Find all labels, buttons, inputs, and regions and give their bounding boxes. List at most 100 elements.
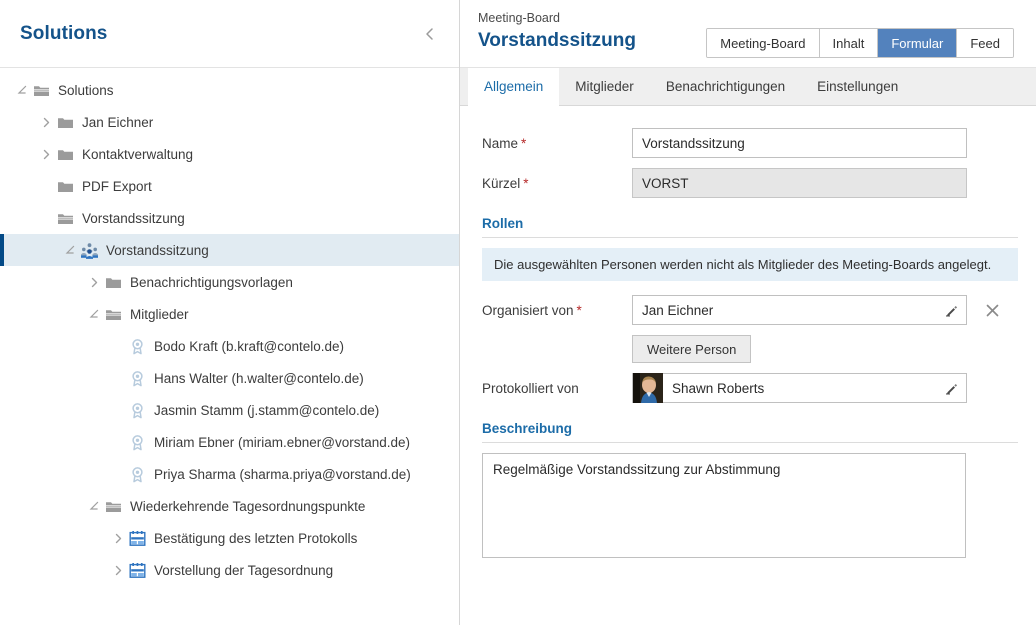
- member-badge-icon: [128, 369, 146, 387]
- sidebar-title: Solutions: [20, 22, 108, 44]
- rollen-section-heading: Rollen: [482, 216, 524, 231]
- organisiert-von-label-text: Organisiert von: [482, 302, 574, 318]
- main-header: Meeting-Board Vorstandssitzung Meeting-B…: [460, 0, 1036, 68]
- field-row-organisiert-von: Organisiert von * Jan Eichner: [482, 295, 1018, 325]
- chevron-right-icon[interactable]: [38, 146, 54, 162]
- sidebar: Solutions Solutions Jan Eichner Kontaktver…: [0, 0, 460, 625]
- tree-item-label: Vorstellung der Tagesordnung: [154, 562, 334, 578]
- required-marker: *: [521, 135, 527, 151]
- tree-item[interactable]: Wiederkehrende Tagesordnungspunkte: [0, 490, 459, 522]
- chevron-expanded-icon[interactable]: [86, 306, 102, 322]
- tab[interactable]: Allgemein: [468, 68, 560, 106]
- tree-item[interactable]: Vorstellung der Tagesordnung: [0, 554, 459, 586]
- chevron-expanded-icon[interactable]: [86, 498, 102, 514]
- tab[interactable]: Einstellungen: [801, 68, 914, 105]
- protokolliert-von-value: Shawn Roberts: [672, 380, 765, 396]
- protokolliert-von-input[interactable]: Shawn Roberts: [632, 373, 967, 403]
- section-divider: [482, 442, 1018, 443]
- tree-item-label: Vorstandssitzung: [106, 242, 209, 258]
- tree-item[interactable]: Jan Eichner: [0, 106, 459, 138]
- tree-item[interactable]: Benachrichtigungsvorlagen: [0, 266, 459, 298]
- main-panel: Meeting-Board Vorstandssitzung Meeting-B…: [460, 0, 1036, 625]
- tree-item-label: Priya Sharma (sharma.priya@vorstand.de): [154, 466, 411, 482]
- beschreibung-section-heading: Beschreibung: [482, 421, 573, 436]
- tree-item[interactable]: Hans Walter (h.walter@contelo.de): [0, 362, 459, 394]
- tab-bar: Allgemein Mitglieder Benachrichtigungen Ein…: [460, 68, 1036, 106]
- folder-icon: [56, 145, 74, 163]
- tree-item-label: Kontaktverwaltung: [82, 146, 194, 162]
- chevron-expanded-icon[interactable]: [14, 82, 30, 98]
- organisiert-von-label: Organisiert von *: [482, 303, 632, 318]
- name-input-value: Vorstandssitzung: [642, 135, 745, 151]
- close-icon[interactable]: [979, 303, 1005, 318]
- weitere-person-row: Weitere Person: [482, 335, 1018, 363]
- tree-item-label: Vorstandssitzung: [82, 210, 185, 226]
- view-button[interactable]: Meeting-Board: [707, 29, 820, 57]
- chevron-right-icon[interactable]: [86, 274, 102, 290]
- tree-item-label: Hans Walter (h.walter@contelo.de): [154, 370, 364, 386]
- pencil-icon[interactable]: [942, 301, 960, 319]
- breadcrumb: Meeting-Board: [478, 11, 560, 25]
- tree-item[interactable]: Priya Sharma (sharma.priya@vorstand.de): [0, 458, 459, 490]
- beschreibung-textarea[interactable]: Regelmäßige Vorstandssitzung zur Abstimm…: [482, 453, 966, 558]
- tree-item[interactable]: Bodo Kraft (b.kraft@contelo.de): [0, 330, 459, 362]
- form-area: Name * Vorstandssitzung Kürzel * VORST Rol…: [460, 106, 1036, 625]
- organisiert-von-input[interactable]: Jan Eichner: [632, 295, 967, 325]
- tree-item-label: Jan Eichner: [82, 114, 154, 130]
- tab[interactable]: Mitglieder: [559, 68, 650, 105]
- chevron-right-icon[interactable]: [110, 562, 126, 578]
- tree-item[interactable]: Kontaktverwaltung: [0, 138, 459, 170]
- member-badge-icon: [128, 433, 146, 451]
- title-block: Meeting-Board Vorstandssitzung: [478, 8, 706, 54]
- tab[interactable]: Benachrichtigungen: [650, 68, 801, 105]
- name-label-text: Name: [482, 135, 519, 151]
- tree-item[interactable]: Solutions: [0, 74, 459, 106]
- chevron-left-icon[interactable]: [419, 23, 441, 45]
- tree-item-label: Benachrichtigungsvorlagen: [130, 274, 293, 290]
- kuerzel-label-text: Kürzel: [482, 175, 521, 191]
- view-button[interactable]: Inhalt: [819, 29, 879, 57]
- rollen-info-banner: Die ausgewählten Personen werden nicht a…: [482, 248, 1018, 281]
- tree-item[interactable]: PDF Export: [0, 170, 459, 202]
- tree-item-label: Wiederkehrende Tagesordnungspunkte: [130, 498, 366, 514]
- member-badge-icon: [128, 337, 146, 355]
- tree-item[interactable]: Bestätigung des letzten Protokolls: [0, 522, 459, 554]
- sidebar-header: Solutions: [0, 0, 459, 68]
- tree-item-label: Solutions: [58, 82, 114, 98]
- view-button[interactable]: Feed: [957, 29, 1013, 57]
- field-row-kuerzel: Kürzel * VORST: [482, 168, 1018, 198]
- calendar-icon: [128, 529, 146, 547]
- page-title: Vorstandssitzung: [478, 30, 636, 51]
- name-input[interactable]: Vorstandssitzung: [632, 128, 967, 158]
- section-divider: [482, 237, 1018, 238]
- tree-item-label: Mitglieder: [130, 306, 189, 322]
- folder-open-icon: [56, 209, 74, 227]
- tree-item[interactable]: Miriam Ebner (miriam.ebner@vorstand.de): [0, 426, 459, 458]
- folder-icon: [56, 177, 74, 195]
- kuerzel-label: Kürzel *: [482, 176, 632, 191]
- protokolliert-von-label: Protokolliert von: [482, 381, 632, 396]
- chevron-right-icon[interactable]: [110, 530, 126, 546]
- chevron-expanded-icon[interactable]: [62, 242, 78, 258]
- add-person-button[interactable]: Weitere Person: [632, 335, 752, 363]
- required-marker: *: [576, 302, 582, 318]
- view-button[interactable]: Formular: [878, 29, 958, 57]
- avatar: [633, 373, 663, 403]
- tree-item[interactable]: Vorstandssitzung: [0, 202, 459, 234]
- tree-item[interactable]: Vorstandssitzung: [0, 234, 459, 266]
- folder-open-icon: [104, 497, 122, 515]
- chevron-right-icon[interactable]: [38, 114, 54, 130]
- name-label: Name *: [482, 136, 632, 151]
- meeting-board-icon: [80, 241, 98, 259]
- protokolliert-von-label-text: Protokolliert von: [482, 380, 579, 396]
- pencil-icon[interactable]: [942, 379, 960, 397]
- required-marker: *: [523, 175, 529, 191]
- tree-item[interactable]: Jasmin Stamm (j.stamm@contelo.de): [0, 394, 459, 426]
- tree-item[interactable]: Mitglieder: [0, 298, 459, 330]
